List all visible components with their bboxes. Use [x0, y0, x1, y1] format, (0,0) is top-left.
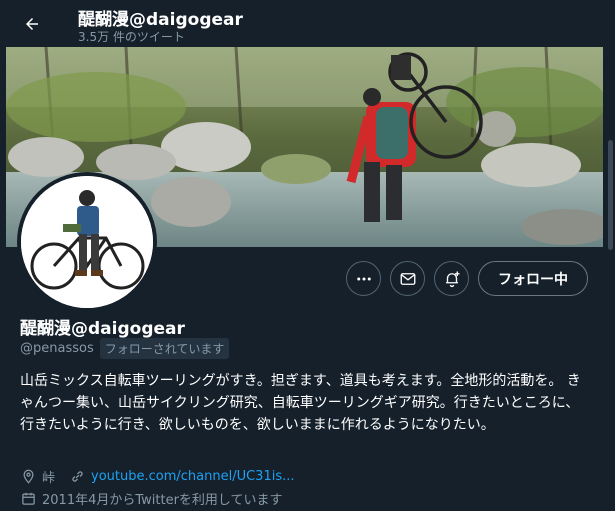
following-button[interactable]: フォロー中: [478, 261, 588, 296]
joined-date: 2011年4月からTwitterを利用しています: [42, 492, 283, 508]
scrollbar-track[interactable]: [606, 0, 615, 511]
profile-bio: 山岳ミックス自転車ツーリングがすき。担ぎます、道具も考えます。全地形的活動を。 …: [20, 373, 581, 433]
profile-meta-location-link: 峠 youtube.com/channel/UC31is...: [20, 466, 295, 486]
handle-row: @penassos フォローされています: [20, 337, 230, 359]
more-dots-icon: [356, 277, 371, 280]
map-pin-icon: [20, 468, 36, 484]
display-name: 醍醐漫@daigogear: [20, 319, 185, 339]
arrow-left-icon: [26, 18, 38, 30]
message-button[interactable]: [390, 261, 425, 296]
envelope-icon: [400, 272, 415, 285]
location-text: 峠: [42, 470, 56, 486]
avatar[interactable]: [17, 172, 157, 312]
bell-plus-icon: [445, 271, 459, 287]
scrollbar-thumb[interactable]: [608, 140, 613, 250]
link-icon: [69, 468, 85, 484]
profile-meta-joined: 2011年4月からTwitterを利用しています: [20, 488, 283, 508]
user-handle: @penassos: [20, 340, 94, 356]
back-button[interactable]: [18, 10, 46, 38]
notifications-button[interactable]: [434, 261, 469, 296]
tweet-count: 3.5万 件のツイート: [78, 30, 185, 44]
avatar-illustration: [21, 176, 153, 308]
more-button[interactable]: [346, 261, 381, 296]
calendar-icon: [20, 490, 36, 506]
header-title: 醍醐漫@daigogear: [78, 10, 243, 30]
follows-you-badge: フォローされています: [99, 337, 230, 359]
website-link[interactable]: youtube.com/channel/UC31is...: [91, 469, 295, 484]
profile-header: 醍醐漫@daigogear 3.5万 件のツイート: [0, 0, 615, 47]
